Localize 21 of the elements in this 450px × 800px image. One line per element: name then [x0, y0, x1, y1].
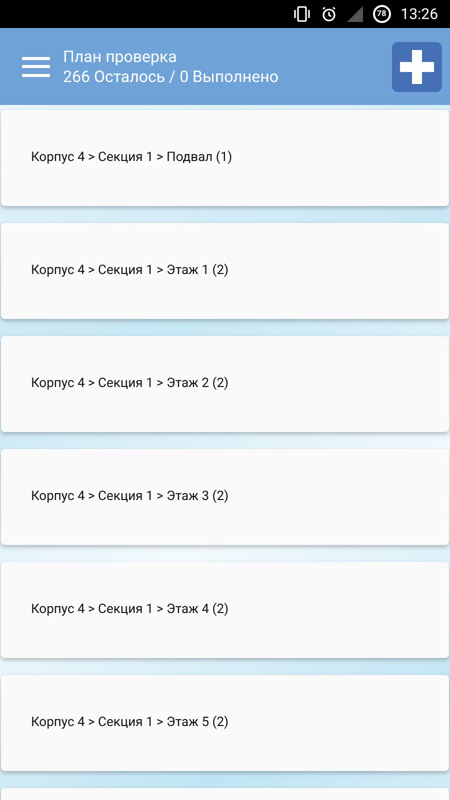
alarm-clock-icon — [320, 6, 337, 22]
location-card[interactable]: Корпус 4 > Секция 1 > Подвал (1) — [1, 110, 449, 206]
menu-button[interactable] — [22, 56, 50, 78]
location-card[interactable]: Корпус 4 > Секция 1 > Этаж 4 (2) — [1, 562, 449, 658]
location-path: Корпус 4 > Секция 1 > Подвал (1) — [31, 149, 232, 168]
location-path: Корпус 4 > Секция 1 > Этаж 2 (2) — [31, 375, 229, 394]
signal-icon — [346, 6, 363, 22]
location-path: Корпус 4 > Секция 1 > Этаж 1 (2) — [31, 262, 229, 280]
progress-summary: 266 Осталось / 0 Выполнено — [63, 66, 280, 86]
location-card[interactable]: Корпус 4 > Секция 1 > Этаж 1 (2) — [1, 223, 449, 319]
location-card[interactable]: Корпус 4 > Секция 1 > Этаж 5 (2) — [1, 675, 449, 771]
battery-indicator: 78 — [372, 5, 391, 23]
location-path: Корпус 4 > Секция 1 > Этаж 5 (2) — [31, 714, 229, 732]
add-button[interactable] — [392, 42, 442, 92]
location-path: Корпус 4 > Секция 1 > Этаж 3 (2) — [31, 488, 229, 506]
location-card[interactable]: Корпус 4 > Секция 1 > Этаж 2 (2) — [1, 336, 449, 432]
location-path: Корпус 4 > Секция 1 > Этаж 4 (2) — [31, 601, 229, 620]
clock-time: 13:26 — [400, 4, 438, 25]
location-card[interactable]: Корпус 4 > Секция 1 > Этаж 3 (2) — [1, 449, 449, 545]
screen-title: План проверка — [63, 46, 178, 66]
vibrate-icon — [292, 6, 311, 22]
